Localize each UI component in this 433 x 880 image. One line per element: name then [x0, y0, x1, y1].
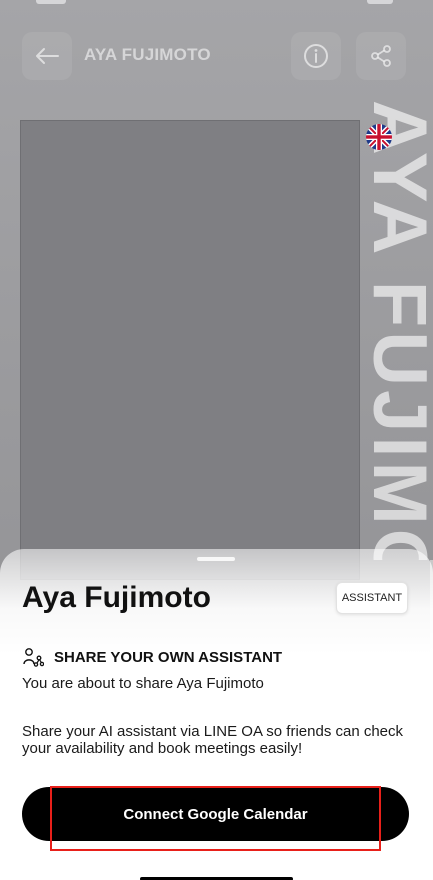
share-intro-text: You are about to share Aya Fujimoto [22, 675, 264, 692]
top-bar: AYA FUJIMOTO [0, 0, 433, 110]
status-indicator-left [36, 0, 66, 4]
drag-handle[interactable] [197, 557, 235, 561]
info-icon [304, 44, 328, 68]
assistant-name: Aya Fujimoto [22, 581, 211, 614]
share-nodes-icon [23, 648, 44, 667]
share-icon [371, 45, 391, 67]
share-button[interactable] [356, 32, 406, 80]
connect-google-calendar-button[interactable]: Connect Google Calendar [22, 787, 409, 841]
header-title: AYA FUJIMOTO [84, 45, 211, 64]
status-strip [0, 0, 433, 6]
language-flag-button[interactable] [366, 124, 392, 150]
back-button[interactable] [22, 32, 72, 80]
status-indicator-right [367, 0, 393, 4]
share-heading: SHARE YOUR OWN ASSISTANT [22, 646, 282, 668]
assistant-badge: ASSISTANT [336, 582, 408, 614]
arrow-left-icon [36, 48, 59, 64]
share-heading-label: SHARE YOUR OWN ASSISTANT [54, 648, 283, 666]
info-button[interactable] [291, 32, 341, 80]
profile-photo [20, 120, 360, 580]
uk-flag-icon [366, 124, 392, 150]
share-description: Share your AI assistant via LINE OA so f… [22, 723, 404, 757]
share-bottom-sheet: Aya Fujimoto ASSISTANT SHARE YOUR OWN AS… [0, 549, 433, 880]
vertical-name-watermark: AYA FUJIMOTO [359, 100, 433, 560]
